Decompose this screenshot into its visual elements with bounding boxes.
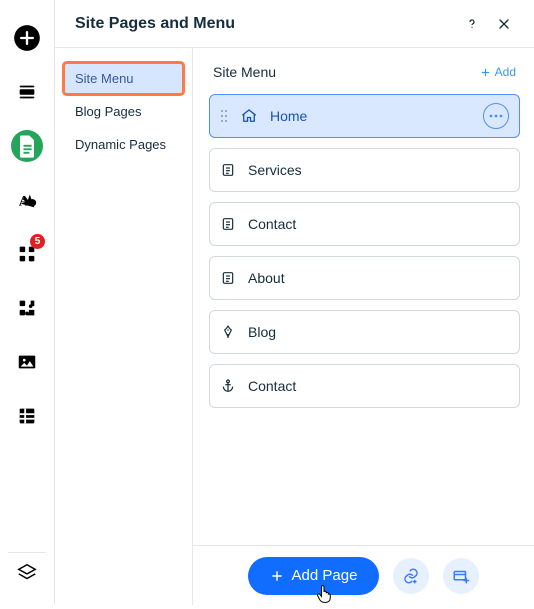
add-menu-item-button[interactable]: Add — [480, 65, 516, 79]
pages-panel: Site Pages and Menu Site Menu Blog Pages D… — [54, 0, 534, 605]
add-page-button[interactable]: Add Page — [248, 557, 380, 595]
page-row-contact[interactable]: Contact — [209, 202, 520, 246]
anchor-icon — [220, 378, 236, 394]
add-icon[interactable] — [11, 22, 43, 54]
page-row-home[interactable]: Home — [209, 94, 520, 138]
page-row-label: Home — [270, 108, 471, 124]
add-page-label: Add Page — [292, 567, 358, 584]
pen-icon — [220, 324, 236, 340]
sidebar-item-site-menu[interactable]: Site Menu — [65, 64, 182, 93]
page-row-label: Contact — [248, 216, 509, 232]
sections-icon[interactable] — [11, 76, 43, 108]
pages-icon[interactable] — [11, 130, 43, 162]
panel-footer: Add Page — [193, 545, 534, 605]
page-icon — [220, 162, 236, 178]
folder-button[interactable] — [443, 558, 479, 594]
page-icon — [220, 216, 236, 232]
help-icon[interactable] — [458, 10, 486, 38]
left-rail: A 5 — [0, 0, 54, 605]
page-row-label: Blog — [248, 324, 509, 340]
panel-title: Site Pages and Menu — [75, 15, 235, 33]
page-row-services[interactable]: Services — [209, 148, 520, 192]
data-icon[interactable] — [11, 400, 43, 432]
pages-content: Site Menu Add Home Services Contact About Bl… — [193, 48, 534, 605]
design-icon[interactable]: A — [11, 184, 43, 216]
plugins-icon[interactable] — [11, 292, 43, 324]
drag-handle-icon[interactable] — [220, 109, 228, 123]
page-list: Home Services Contact About Blog Contact — [209, 94, 520, 408]
close-icon[interactable] — [490, 10, 518, 38]
link-button[interactable] — [393, 558, 429, 594]
pages-sidebar: Site Menu Blog Pages Dynamic Pages — [55, 48, 193, 605]
page-row-contact[interactable]: Contact — [209, 364, 520, 408]
add-link-label: Add — [495, 65, 516, 79]
rail-separator — [8, 552, 46, 553]
apps-icon[interactable]: 5 — [11, 238, 43, 270]
content-title: Site Menu — [213, 64, 276, 80]
more-actions-icon[interactable] — [483, 103, 509, 129]
page-icon — [220, 270, 236, 286]
page-row-label: Services — [248, 162, 509, 178]
svg-text:A: A — [19, 194, 30, 210]
layers-icon[interactable] — [11, 557, 43, 589]
page-row-label: About — [248, 270, 509, 286]
media-icon[interactable] — [11, 346, 43, 378]
sidebar-item-dynamic-pages[interactable]: Dynamic Pages — [65, 130, 182, 159]
home-icon — [240, 107, 258, 125]
sidebar-item-label: Site Menu — [75, 71, 134, 86]
page-row-label: Contact — [248, 378, 509, 394]
apps-badge: 5 — [30, 234, 45, 249]
sidebar-item-label: Dynamic Pages — [75, 137, 166, 152]
panel-header: Site Pages and Menu — [55, 0, 534, 48]
page-row-about[interactable]: About — [209, 256, 520, 300]
sidebar-item-label: Blog Pages — [75, 104, 142, 119]
page-row-blog[interactable]: Blog — [209, 310, 520, 354]
sidebar-item-blog-pages[interactable]: Blog Pages — [65, 97, 182, 126]
